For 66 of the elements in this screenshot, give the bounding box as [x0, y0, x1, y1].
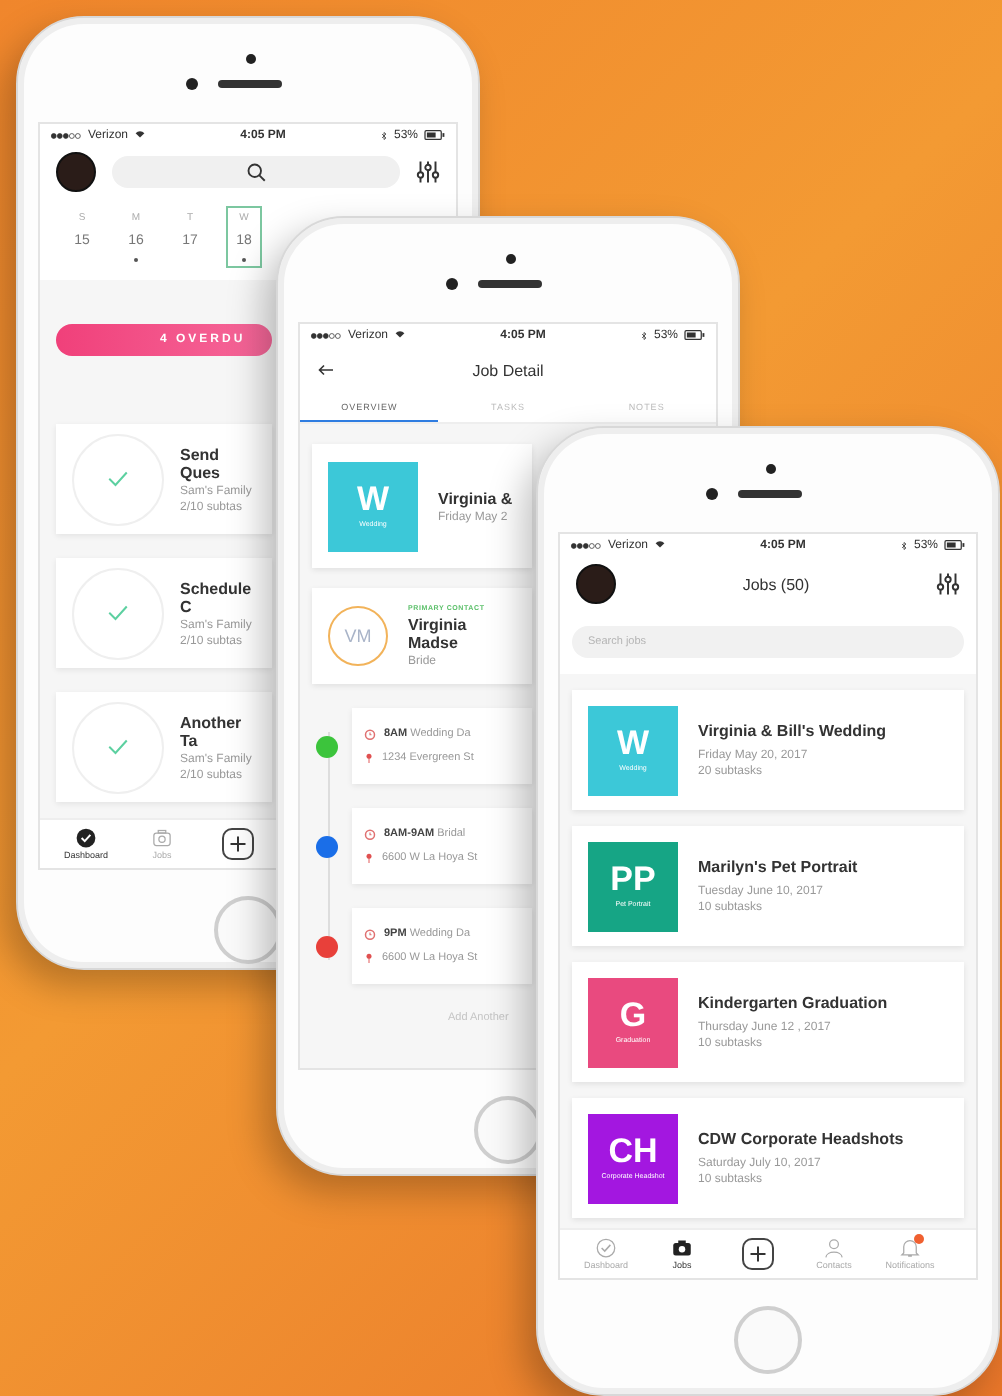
camera-icon	[672, 1238, 692, 1258]
alarm-clock-icon	[364, 828, 376, 840]
person-icon	[824, 1238, 844, 1258]
job-name: Virginia & Bill's Wedding	[698, 722, 887, 740]
wifi-icon	[134, 130, 147, 140]
plus-icon	[228, 834, 248, 854]
home-button[interactable]	[734, 1306, 802, 1374]
screen-title: Job Detail	[470, 361, 546, 379]
task-title: Send Ques	[180, 445, 223, 481]
signal-icon	[50, 131, 82, 139]
camera-dot	[186, 78, 198, 90]
job-name: Marilyn's Pet Portrait	[698, 858, 858, 876]
camera-dot	[706, 488, 718, 500]
home-button[interactable]	[474, 1096, 542, 1164]
wifi-icon	[654, 540, 667, 550]
bluetooth-icon	[899, 539, 908, 551]
task-title: Another Ta	[180, 713, 244, 749]
task-title: Schedule C	[180, 579, 254, 615]
filter-icon	[936, 572, 960, 596]
job-name: Virginia &	[438, 489, 513, 507]
sensor-dot	[766, 464, 776, 474]
plus-icon	[748, 1244, 768, 1264]
speaker-grille	[218, 80, 282, 88]
wifi-icon	[394, 330, 407, 340]
check-circle-icon	[76, 828, 96, 848]
check-icon	[106, 603, 130, 623]
bluetooth-icon	[379, 129, 388, 141]
signal-icon	[570, 541, 602, 549]
task-status[interactable]	[72, 567, 164, 659]
map-pin-icon	[364, 952, 374, 964]
check-icon	[106, 469, 130, 489]
sensor-dot	[506, 254, 516, 264]
camera-icon	[152, 828, 172, 848]
bluetooth-icon	[639, 329, 648, 341]
battery-icon	[944, 540, 966, 550]
alarm-clock-icon	[364, 728, 376, 740]
check-circle-icon	[596, 1238, 616, 1258]
home-button[interactable]	[214, 896, 282, 964]
avatar[interactable]	[576, 564, 616, 604]
back-button[interactable]	[316, 362, 336, 378]
bell-icon	[900, 1238, 920, 1258]
search-field[interactable]	[112, 156, 400, 188]
contact-name: Virginia Madse	[408, 616, 469, 652]
map-pin-icon	[364, 852, 374, 864]
job-name: Kindergarten Graduation	[698, 994, 888, 1012]
speaker-grille	[478, 280, 542, 288]
battery-icon	[424, 130, 446, 140]
search-icon	[246, 162, 266, 182]
add-button[interactable]	[742, 1238, 774, 1270]
signal-icon	[310, 331, 342, 339]
add-button[interactable]	[222, 828, 254, 860]
check-icon	[106, 737, 130, 757]
back-arrow-icon	[316, 362, 336, 378]
sensor-dot	[246, 54, 256, 64]
job-name: CDW Corporate Headshots	[698, 1130, 904, 1148]
battery-icon	[684, 330, 706, 340]
filter-icon	[416, 160, 440, 184]
task-status[interactable]	[72, 433, 164, 525]
task-status[interactable]	[72, 701, 164, 793]
screen-title: Jobs (50)	[740, 575, 812, 593]
alarm-clock-icon	[364, 928, 376, 940]
contact-avatar: VM	[328, 606, 388, 666]
map-pin-icon	[364, 752, 374, 764]
avatar[interactable]	[56, 152, 96, 192]
speaker-grille	[738, 490, 802, 498]
camera-dot	[446, 278, 458, 290]
